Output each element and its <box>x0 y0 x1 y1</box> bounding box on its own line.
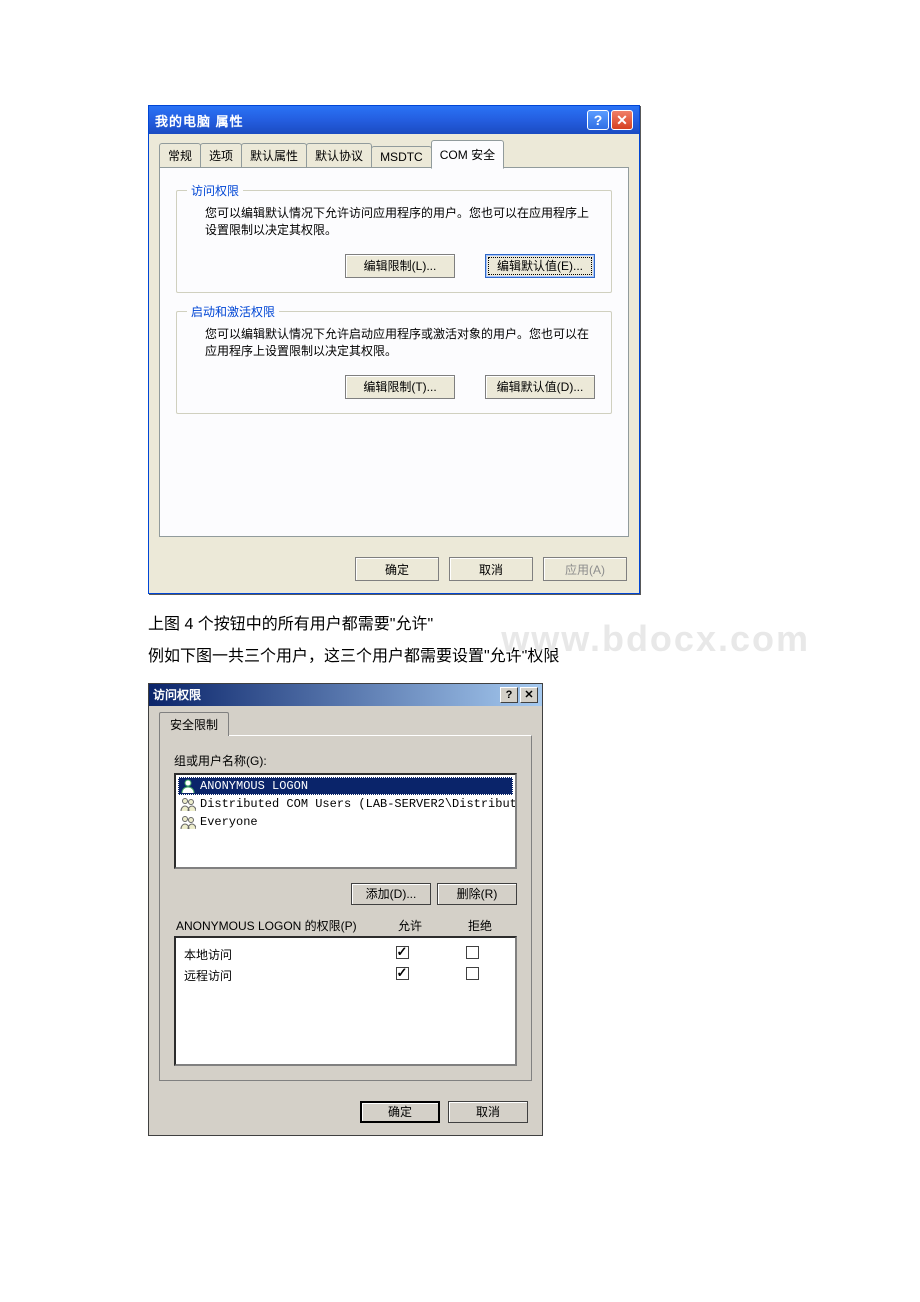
dialog2-bottom-buttons: 确定 取消 <box>149 1091 542 1135</box>
list-item[interactable]: Everyone <box>178 813 513 831</box>
ok-button[interactable]: 确定 <box>355 557 439 581</box>
permission-name: 本地访问 <box>184 946 367 963</box>
cancel-button[interactable]: 取消 <box>448 1101 528 1123</box>
tab-com-security[interactable]: COM 安全 <box>431 140 504 169</box>
dialog2-body: 安全限制 组或用户名称(G): ANONYMOUS LOGON Dist <box>149 706 542 1091</box>
tab-default-props[interactable]: 默认属性 <box>241 143 307 168</box>
close-button[interactable]: ✕ <box>520 687 538 703</box>
edit-defaults-launch-button[interactable]: 编辑默认值(D)... <box>485 375 595 399</box>
dialog2-title: 访问权限 <box>153 686 201 703</box>
access-permissions-group: 访问权限 您可以编辑默认情况下允许访问应用程序的用户。您也可以在应用程序上设置限… <box>176 190 612 293</box>
tab-strip: 常规 选项 默认属性 默认协议 MSDTC COM 安全 <box>159 140 629 168</box>
list-item[interactable]: Distributed COM Users (LAB-SERVER2\Distr… <box>178 795 513 813</box>
allow-checkbox[interactable] <box>396 946 409 959</box>
permissions-for-label: ANONYMOUS LOGON 的权限(P) <box>176 917 375 934</box>
group-desc-launch: 您可以编辑默认情况下允许启动应用程序或激活对象的用户。您也可以在应用程序上设置限… <box>205 326 591 361</box>
my-computer-properties-dialog: 我的电脑 属性 ? ✕ 常规 选项 默认属性 默认协议 MSDTC COM 安全… <box>148 105 640 594</box>
explanation-paragraph-1: 上图 4 个按钮中的所有用户都需要"允许" <box>148 610 772 640</box>
permission-name: 远程访问 <box>184 967 367 984</box>
tab-options[interactable]: 选项 <box>200 143 242 168</box>
user-icon <box>180 778 196 794</box>
dialog2-title-buttons: ? ✕ <box>500 687 538 703</box>
dialog-bottom-buttons: 确定 取消 应用(A) <box>149 547 639 593</box>
tab-default-protocol[interactable]: 默认协议 <box>306 143 372 168</box>
dialog2-titlebar: 访问权限 ? ✕ <box>149 684 542 706</box>
edit-limits-launch-button[interactable]: 编辑限制(T)... <box>345 375 455 399</box>
access-permissions-dialog: 访问权限 ? ✕ 安全限制 组或用户名称(G): ANONYMOUS LOGON <box>148 683 543 1136</box>
user-name: ANONYMOUS LOGON <box>200 779 308 793</box>
edit-limits-access-button[interactable]: 编辑限制(L)... <box>345 254 455 278</box>
tab-security-limits[interactable]: 安全限制 <box>159 712 229 736</box>
launch-activation-permissions-group: 启动和激活权限 您可以编辑默认情况下允许启动应用程序或激活对象的用户。您也可以在… <box>176 311 612 414</box>
list-item[interactable]: ANONYMOUS LOGON <box>178 777 513 795</box>
users-group-icon <box>180 796 196 812</box>
add-user-button[interactable]: 添加(D)... <box>351 883 431 905</box>
tab-panel-com-security: 访问权限 您可以编辑默认情况下允许访问应用程序的用户。您也可以在应用程序上设置限… <box>159 167 629 537</box>
deny-checkbox[interactable] <box>466 967 479 980</box>
tab-general[interactable]: 常规 <box>159 143 201 168</box>
permissions-list: 本地访问 远程访问 <box>174 936 517 1066</box>
dlg2-panel: 组或用户名称(G): ANONYMOUS LOGON Distributed C… <box>159 735 532 1081</box>
remove-user-button[interactable]: 删除(R) <box>437 883 517 905</box>
user-name: Everyone <box>200 815 258 829</box>
group-desc-access: 您可以编辑默认情况下允许访问应用程序的用户。您也可以在应用程序上设置限制以决定其… <box>205 205 591 240</box>
close-button[interactable]: ✕ <box>611 110 633 130</box>
allow-checkbox[interactable] <box>396 967 409 980</box>
ok-button[interactable]: 确定 <box>360 1101 440 1123</box>
edit-defaults-access-button[interactable]: 编辑默认值(E)... <box>485 254 595 278</box>
user-buttons-row: 添加(D)... 删除(R) <box>174 883 517 905</box>
permission-row: 远程访问 <box>184 965 507 986</box>
users-group-icon <box>180 814 196 830</box>
users-listbox[interactable]: ANONYMOUS LOGON Distributed COM Users (L… <box>174 773 517 869</box>
apply-button[interactable]: 应用(A) <box>543 557 627 581</box>
dialog-body: 常规 选项 默认属性 默认协议 MSDTC COM 安全 访问权限 您可以编辑默… <box>149 134 639 547</box>
group-button-row-2: 编辑限制(T)... 编辑默认值(D)... <box>189 375 599 399</box>
deny-checkbox[interactable] <box>466 946 479 959</box>
group-button-row: 编辑限制(L)... 编辑默认值(E)... <box>189 254 599 278</box>
permissions-header: ANONYMOUS LOGON 的权限(P) 允许 拒绝 <box>176 917 515 934</box>
help-button[interactable]: ? <box>500 687 518 703</box>
group-legend-launch: 启动和激活权限 <box>187 303 279 320</box>
deny-column-header: 拒绝 <box>445 917 515 934</box>
titlebar-buttons: ? ✕ <box>587 110 633 130</box>
tab-msdtc[interactable]: MSDTC <box>371 146 432 168</box>
explanation-paragraph-2: 例如下图一共三个用户，这三个用户都需要设置"允许"权限 <box>148 642 772 672</box>
cancel-button[interactable]: 取消 <box>449 557 533 581</box>
group-legend-access: 访问权限 <box>187 182 243 199</box>
dialog-title: 我的电脑 属性 <box>155 111 244 130</box>
user-name: Distributed COM Users (LAB-SERVER2\Distr… <box>200 797 517 811</box>
dialog-titlebar: 我的电脑 属性 ? ✕ <box>149 106 639 134</box>
group-users-label: 组或用户名称(G): <box>174 752 517 769</box>
allow-column-header: 允许 <box>375 917 445 934</box>
help-button[interactable]: ? <box>587 110 609 130</box>
permission-row: 本地访问 <box>184 944 507 965</box>
